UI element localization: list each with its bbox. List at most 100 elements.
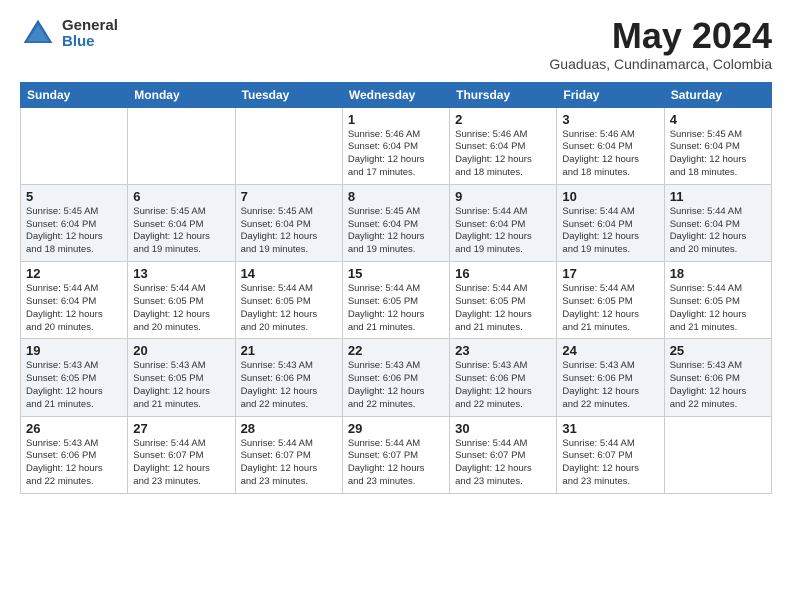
day-number: 23 xyxy=(455,343,551,358)
cell-text: Sunrise: 5:44 AM Sunset: 6:05 PM Dayligh… xyxy=(133,283,229,334)
calendar-cell: 31 Sunrise: 5:44 AM Sunset: 6:07 PM Dayli… xyxy=(557,416,664,493)
calendar-week-row: 1 Sunrise: 5:46 AM Sunset: 6:04 PM Daylig… xyxy=(21,107,772,184)
cell-text: Sunrise: 5:44 AM Sunset: 6:05 PM Dayligh… xyxy=(455,283,551,334)
day-number: 21 xyxy=(241,343,337,358)
day-number: 17 xyxy=(562,266,658,281)
day-header-saturday: Saturday xyxy=(664,82,771,107)
cell-text: Sunrise: 5:43 AM Sunset: 6:06 PM Dayligh… xyxy=(562,360,658,411)
calendar-cell: 3 Sunrise: 5:46 AM Sunset: 6:04 PM Daylig… xyxy=(557,107,664,184)
location-subtitle: Guaduas, Cundinamarca, Colombia xyxy=(549,56,772,72)
calendar-cell: 16 Sunrise: 5:44 AM Sunset: 6:05 PM Dayli… xyxy=(450,262,557,339)
day-number: 11 xyxy=(670,189,766,204)
day-header-sunday: Sunday xyxy=(21,82,128,107)
logo-icon xyxy=(20,16,56,52)
day-number: 6 xyxy=(133,189,229,204)
day-number: 28 xyxy=(241,421,337,436)
cell-text: Sunrise: 5:44 AM Sunset: 6:04 PM Dayligh… xyxy=(562,206,658,257)
day-number: 24 xyxy=(562,343,658,358)
calendar-cell xyxy=(128,107,235,184)
cell-text: Sunrise: 5:46 AM Sunset: 6:04 PM Dayligh… xyxy=(562,129,658,180)
calendar-cell: 17 Sunrise: 5:44 AM Sunset: 6:05 PM Dayli… xyxy=(557,262,664,339)
day-number: 22 xyxy=(348,343,444,358)
calendar-table: SundayMondayTuesdayWednesdayThursdayFrid… xyxy=(20,82,772,494)
day-number: 19 xyxy=(26,343,122,358)
calendar-cell: 21 Sunrise: 5:43 AM Sunset: 6:06 PM Dayli… xyxy=(235,339,342,416)
calendar-cell: 30 Sunrise: 5:44 AM Sunset: 6:07 PM Dayli… xyxy=(450,416,557,493)
day-number: 27 xyxy=(133,421,229,436)
logo-general-text: General xyxy=(62,18,118,35)
cell-text: Sunrise: 5:45 AM Sunset: 6:04 PM Dayligh… xyxy=(348,206,444,257)
cell-text: Sunrise: 5:43 AM Sunset: 6:05 PM Dayligh… xyxy=(133,360,229,411)
calendar-cell: 7 Sunrise: 5:45 AM Sunset: 6:04 PM Daylig… xyxy=(235,184,342,261)
calendar-cell: 13 Sunrise: 5:44 AM Sunset: 6:05 PM Dayli… xyxy=(128,262,235,339)
day-number: 25 xyxy=(670,343,766,358)
day-number: 20 xyxy=(133,343,229,358)
calendar-week-row: 12 Sunrise: 5:44 AM Sunset: 6:04 PM Dayli… xyxy=(21,262,772,339)
cell-text: Sunrise: 5:44 AM Sunset: 6:04 PM Dayligh… xyxy=(26,283,122,334)
page: General Blue May 2024 Guaduas, Cundinama… xyxy=(0,0,792,514)
cell-text: Sunrise: 5:43 AM Sunset: 6:06 PM Dayligh… xyxy=(241,360,337,411)
calendar-cell xyxy=(21,107,128,184)
calendar-cell: 15 Sunrise: 5:44 AM Sunset: 6:05 PM Dayli… xyxy=(342,262,449,339)
day-number: 1 xyxy=(348,112,444,127)
calendar-cell: 4Sunrise: 5:45 AM Sunset: 6:04 PM Daylig… xyxy=(664,107,771,184)
cell-text: Sunrise: 5:46 AM Sunset: 6:04 PM Dayligh… xyxy=(348,129,444,180)
calendar-cell: 11 Sunrise: 5:44 AM Sunset: 6:04 PM Dayli… xyxy=(664,184,771,261)
title-section: May 2024 Guaduas, Cundinamarca, Colombia xyxy=(549,16,772,72)
day-number: 3 xyxy=(562,112,658,127)
cell-text: Sunrise: 5:44 AM Sunset: 6:04 PM Dayligh… xyxy=(455,206,551,257)
calendar-week-row: 5Sunrise: 5:45 AM Sunset: 6:04 PM Daylig… xyxy=(21,184,772,261)
cell-text: Sunrise: 5:44 AM Sunset: 6:05 PM Dayligh… xyxy=(241,283,337,334)
calendar-cell: 9 Sunrise: 5:44 AM Sunset: 6:04 PM Daylig… xyxy=(450,184,557,261)
cell-text: Sunrise: 5:44 AM Sunset: 6:05 PM Dayligh… xyxy=(562,283,658,334)
day-number: 14 xyxy=(241,266,337,281)
day-number: 15 xyxy=(348,266,444,281)
calendar-cell: 1 Sunrise: 5:46 AM Sunset: 6:04 PM Daylig… xyxy=(342,107,449,184)
day-number: 18 xyxy=(670,266,766,281)
calendar-cell: 2Sunrise: 5:46 AM Sunset: 6:04 PM Daylig… xyxy=(450,107,557,184)
day-number: 30 xyxy=(455,421,551,436)
calendar-cell: 20 Sunrise: 5:43 AM Sunset: 6:05 PM Dayli… xyxy=(128,339,235,416)
calendar-cell: 5Sunrise: 5:45 AM Sunset: 6:04 PM Daylig… xyxy=(21,184,128,261)
day-number: 7 xyxy=(241,189,337,204)
calendar-cell: 28 Sunrise: 5:44 AM Sunset: 6:07 PM Dayli… xyxy=(235,416,342,493)
calendar-cell: 14 Sunrise: 5:44 AM Sunset: 6:05 PM Dayli… xyxy=(235,262,342,339)
cell-text: Sunrise: 5:43 AM Sunset: 6:06 PM Dayligh… xyxy=(455,360,551,411)
cell-text: Sunrise: 5:44 AM Sunset: 6:07 PM Dayligh… xyxy=(562,438,658,489)
cell-text: Sunrise: 5:44 AM Sunset: 6:07 PM Dayligh… xyxy=(241,438,337,489)
calendar-cell: 24 Sunrise: 5:43 AM Sunset: 6:06 PM Dayli… xyxy=(557,339,664,416)
calendar-cell: 27Sunrise: 5:44 AM Sunset: 6:07 PM Dayli… xyxy=(128,416,235,493)
day-number: 9 xyxy=(455,189,551,204)
day-number: 12 xyxy=(26,266,122,281)
cell-text: Sunrise: 5:44 AM Sunset: 6:07 PM Dayligh… xyxy=(455,438,551,489)
logo-blue-text: Blue xyxy=(62,34,118,51)
calendar-cell: 18 Sunrise: 5:44 AM Sunset: 6:05 PM Dayli… xyxy=(664,262,771,339)
day-number: 16 xyxy=(455,266,551,281)
calendar-cell: 22 Sunrise: 5:43 AM Sunset: 6:06 PM Dayli… xyxy=(342,339,449,416)
cell-text: Sunrise: 5:44 AM Sunset: 6:05 PM Dayligh… xyxy=(348,283,444,334)
calendar-cell xyxy=(664,416,771,493)
day-number: 2 xyxy=(455,112,551,127)
cell-text: Sunrise: 5:43 AM Sunset: 6:05 PM Dayligh… xyxy=(26,360,122,411)
calendar-week-row: 26Sunrise: 5:43 AM Sunset: 6:06 PM Dayli… xyxy=(21,416,772,493)
cell-text: Sunrise: 5:44 AM Sunset: 6:04 PM Dayligh… xyxy=(670,206,766,257)
cell-text: Sunrise: 5:43 AM Sunset: 6:06 PM Dayligh… xyxy=(670,360,766,411)
cell-text: Sunrise: 5:43 AM Sunset: 6:06 PM Dayligh… xyxy=(348,360,444,411)
cell-text: Sunrise: 5:44 AM Sunset: 6:05 PM Dayligh… xyxy=(670,283,766,334)
cell-text: Sunrise: 5:45 AM Sunset: 6:04 PM Dayligh… xyxy=(241,206,337,257)
day-number: 31 xyxy=(562,421,658,436)
calendar-cell: 19 Sunrise: 5:43 AM Sunset: 6:05 PM Dayli… xyxy=(21,339,128,416)
day-header-wednesday: Wednesday xyxy=(342,82,449,107)
day-header-friday: Friday xyxy=(557,82,664,107)
header: General Blue May 2024 Guaduas, Cundinama… xyxy=(20,16,772,72)
calendar-cell: 25 Sunrise: 5:43 AM Sunset: 6:06 PM Dayli… xyxy=(664,339,771,416)
calendar-week-row: 19 Sunrise: 5:43 AM Sunset: 6:05 PM Dayli… xyxy=(21,339,772,416)
logo-text: General Blue xyxy=(62,18,118,51)
calendar-cell: 29Sunrise: 5:44 AM Sunset: 6:07 PM Dayli… xyxy=(342,416,449,493)
day-number: 8 xyxy=(348,189,444,204)
day-number: 10 xyxy=(562,189,658,204)
day-number: 13 xyxy=(133,266,229,281)
calendar-cell: 8 Sunrise: 5:45 AM Sunset: 6:04 PM Daylig… xyxy=(342,184,449,261)
calendar-cell: 6Sunrise: 5:45 AM Sunset: 6:04 PM Daylig… xyxy=(128,184,235,261)
cell-text: Sunrise: 5:45 AM Sunset: 6:04 PM Dayligh… xyxy=(670,129,766,180)
